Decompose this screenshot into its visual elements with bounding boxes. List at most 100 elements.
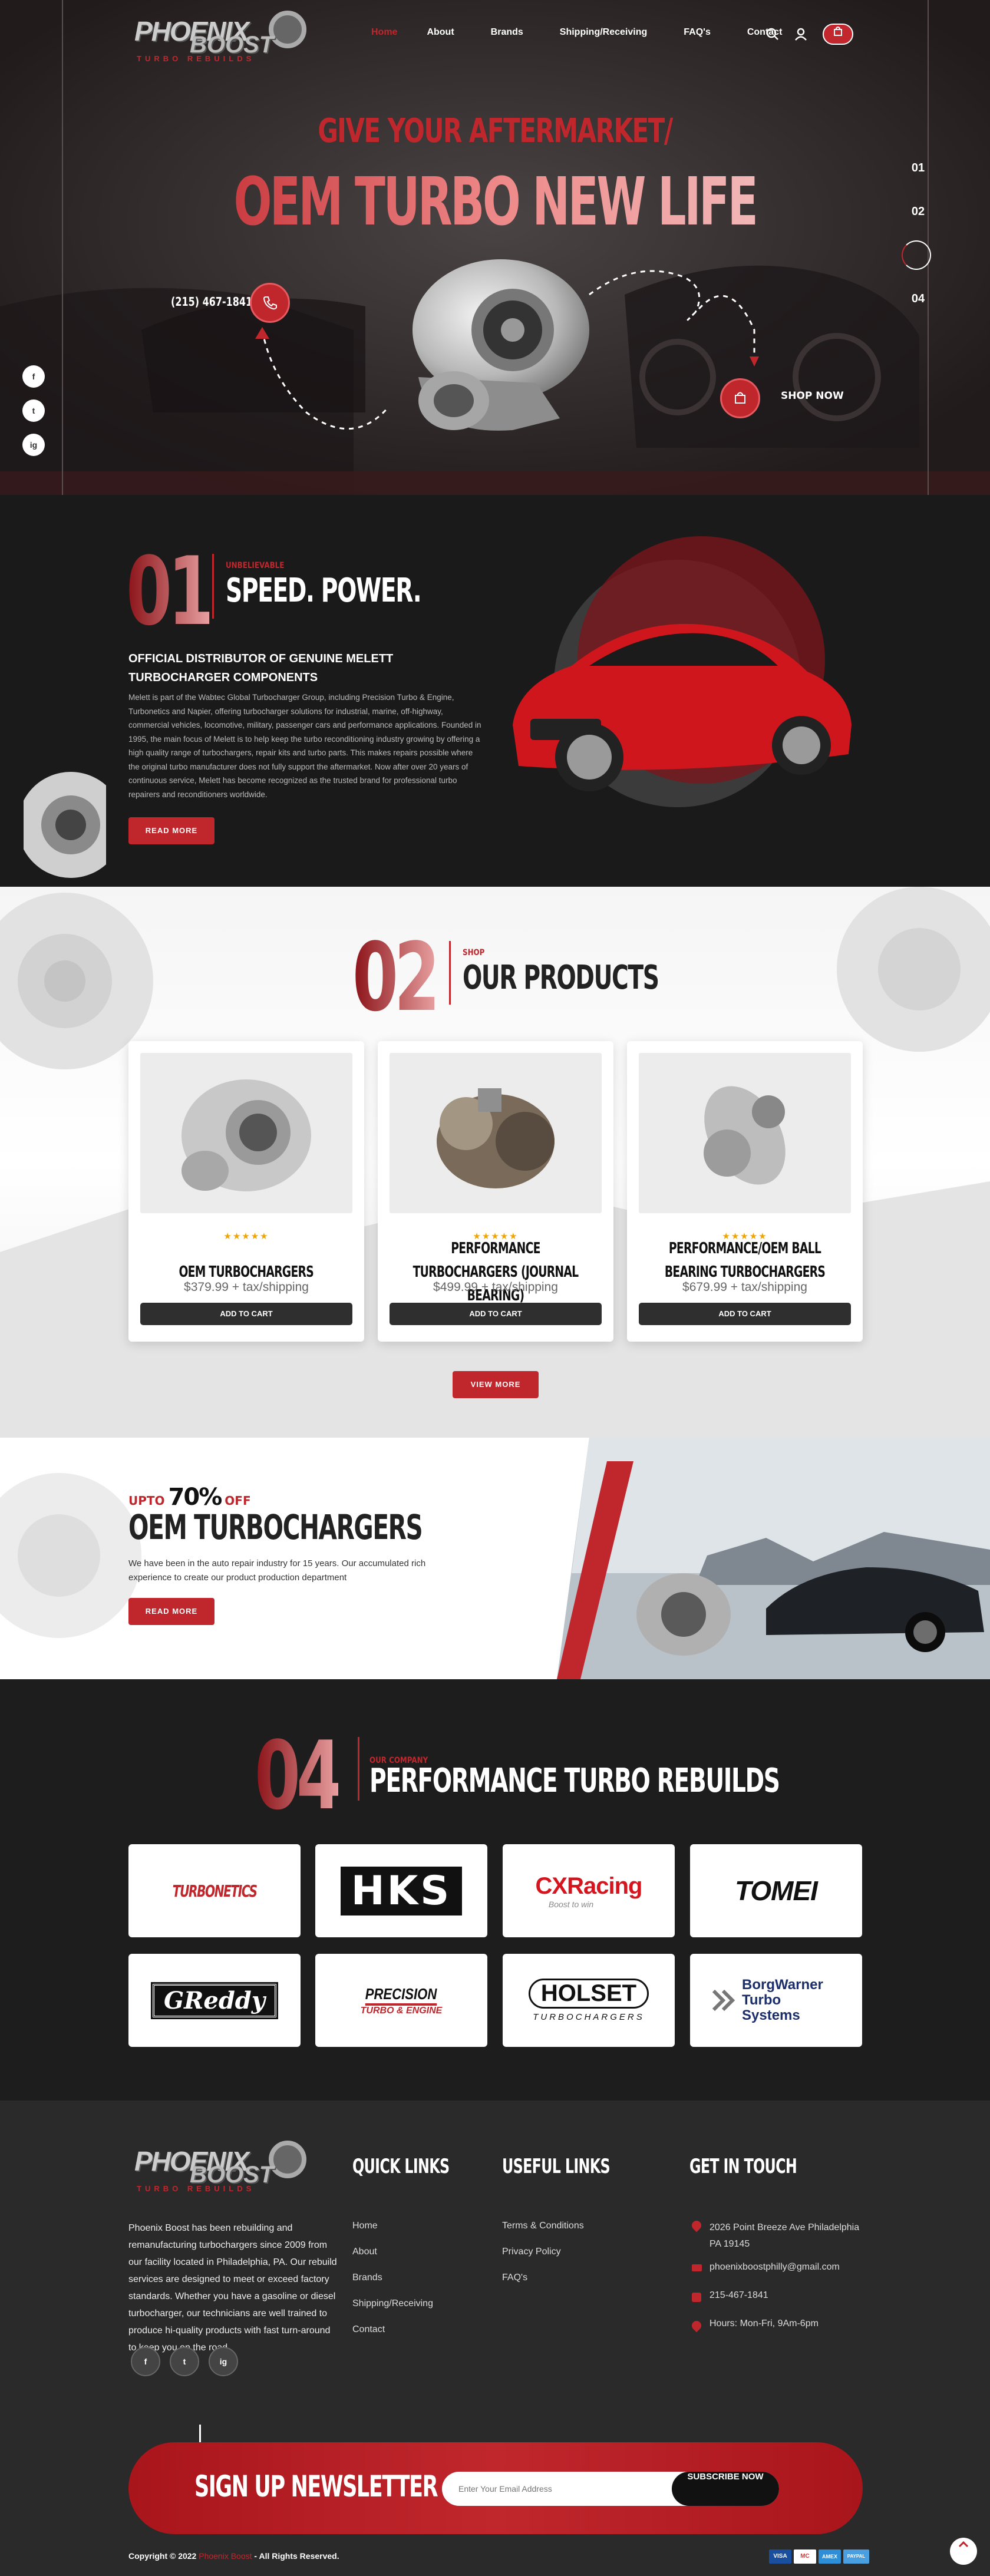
section-number: 01: [126, 536, 214, 646]
footer-link-privacy[interactable]: Privacy Policy: [502, 2247, 561, 2257]
shop-now-link[interactable]: SHOP NOW: [781, 390, 844, 402]
twitter-icon[interactable]: t: [22, 399, 45, 422]
footer-about: Phoenix Boost has been rebuilding and re…: [128, 2223, 337, 2353]
nav-brands[interactable]: Brands: [491, 27, 523, 38]
back-to-top-button[interactable]: [950, 2538, 977, 2565]
borgwarner-logo-icon: [712, 1989, 735, 2012]
add-to-cart-button[interactable]: ADD TO CART: [140, 1303, 352, 1325]
clock-icon: [689, 2319, 704, 2333]
brand-greddy[interactable]: GReddy: [128, 1954, 301, 2047]
hero-phone[interactable]: (215) 467-1841: [171, 295, 252, 309]
brand-borgwarner[interactable]: BorgWarner Turbo Systems: [690, 1954, 862, 2047]
facebook-icon[interactable]: f: [22, 365, 45, 388]
turbo-image: [437, 1088, 555, 1188]
footer-social: f t ig: [131, 2347, 238, 2376]
read-more-button[interactable]: READ MORE: [128, 1598, 214, 1625]
product-card[interactable]: ★★★★★ PERFORMANCE TURBOCHARGERS (JOURNAL…: [378, 1041, 613, 1342]
footer-link-brands[interactable]: Brands: [352, 2273, 382, 2283]
add-to-cart-button[interactable]: ADD TO CART: [390, 1303, 602, 1325]
shop-now-circle[interactable]: [720, 378, 760, 418]
hero-title: OEM TURBO NEW LIFE: [159, 164, 831, 240]
contact-phone[interactable]: 215-467-1841: [710, 2290, 768, 2301]
product-card[interactable]: ★★★★★ OEM TURBOCHARGERS $379.99 + tax/sh…: [128, 1041, 364, 1342]
promo-body: We have been in the auto repair industry…: [128, 1558, 426, 1583]
divider: [358, 1737, 359, 1801]
site-logo[interactable]: PHOENIX BOOST TURBO REBUILDS: [131, 6, 314, 65]
search-icon[interactable]: [766, 28, 779, 41]
nav-about[interactable]: About: [427, 27, 454, 38]
newsletter-email-input[interactable]: [458, 2480, 671, 2498]
read-more-button[interactable]: READ MORE: [128, 817, 214, 844]
footer-link-faqs[interactable]: FAQ's: [502, 2273, 527, 2283]
section-heading: PERFORMANCE TURBO REBUILDS: [369, 1762, 780, 1800]
turbo-image: [182, 1079, 311, 1191]
section-heading: SPEED. POWER.: [226, 572, 422, 610]
section-heading: OUR PRODUCTS: [463, 959, 659, 997]
divider: [449, 941, 451, 1005]
hero-turbo-image: [412, 259, 589, 431]
brand-cxracing[interactable]: CXRacing Boost to win: [503, 1844, 675, 1937]
paypal-icon: PAYPAL: [843, 2549, 869, 2564]
brand-precision[interactable]: PRECISION TURBO & ENGINE: [315, 1954, 487, 2047]
section-number: 02: [352, 922, 440, 1032]
newsletter-title: SIGN UP NEWSLETTER: [194, 2469, 438, 2504]
instagram-icon[interactable]: ig: [209, 2347, 238, 2376]
view-more-button[interactable]: VIEW MORE: [453, 1371, 539, 1398]
footer-link-contact[interactable]: Contact: [352, 2324, 385, 2335]
product-price: $679.99 + tax/shipping: [682, 1280, 807, 1294]
instagram-icon[interactable]: ig: [22, 434, 45, 456]
turbo-image: [704, 1086, 786, 1185]
section-number: 04: [255, 1720, 342, 1831]
contact-address: 2026 Point Breeze Ave Philadelphia PA 19…: [710, 2222, 860, 2249]
product-name: PERFORMANCE TURBOCHARGERS (JOURNAL BEARI…: [412, 1240, 579, 1304]
section-kicker: SHOP: [463, 948, 485, 957]
slide-2[interactable]: 02: [902, 203, 935, 220]
product-price: $379.99 + tax/shipping: [184, 1280, 309, 1294]
promo-section: UPTO 70% OFF OEM TURBOCHARGERS We have b…: [0, 1438, 990, 1679]
main-nav: Home About Brands Shipping/Receiving FAQ…: [371, 27, 782, 38]
brand-hks[interactable]: HKS: [315, 1844, 487, 1937]
slide-3-active[interactable]: [902, 240, 931, 270]
copyright-brand-link[interactable]: Phoenix Boost: [199, 2551, 252, 2561]
turbo-logo-icon: [269, 2141, 306, 2178]
cart-button[interactable]: [823, 24, 853, 45]
facebook-icon[interactable]: f: [131, 2347, 160, 2376]
brand-holset[interactable]: HOLSET TURBOCHARGERS: [503, 1954, 675, 2047]
slide-1[interactable]: 01: [902, 159, 935, 177]
rating-stars: ★★★★★: [223, 1231, 269, 1241]
hero-section: PHOENIX BOOST TURBO REBUILDS Home About …: [0, 0, 990, 495]
footer-link-shipping[interactable]: Shipping/Receiving: [352, 2298, 433, 2309]
promo-heading: OEM TURBOCHARGERS: [128, 1507, 423, 1547]
divider: [212, 554, 214, 619]
nav-faqs[interactable]: FAQ's: [684, 27, 711, 38]
contact-hours: Hours: Mon-Fri, 9Am-6pm: [710, 2319, 819, 2329]
brands-section: 04 OUR COMPANY PERFORMANCE TURBO REBUILD…: [0, 1679, 990, 2101]
add-to-cart-button[interactable]: ADD TO CART: [639, 1303, 851, 1325]
footer-link-about[interactable]: About: [352, 2247, 377, 2257]
nav-shipping[interactable]: Shipping/Receiving: [560, 27, 647, 38]
slide-4[interactable]: 04: [902, 290, 935, 308]
call-button[interactable]: [250, 283, 290, 323]
product-image[interactable]: [390, 1053, 602, 1213]
car-image: [513, 536, 852, 807]
footer-link-home[interactable]: Home: [352, 2221, 378, 2231]
newsletter-bar: SIGN UP NEWSLETTER SUBSCRIBE NOW: [128, 2442, 863, 2534]
turbo-logo-icon: [269, 11, 306, 48]
product-image[interactable]: [639, 1053, 851, 1213]
email-icon: [692, 2264, 702, 2271]
product-card[interactable]: ★★★★★ PERFORMANCE/OEM BALL BEARING TURBO…: [627, 1041, 863, 1342]
footer-logo[interactable]: PHOENIX BOOST TURBO REBUILDS: [131, 2136, 314, 2195]
footer-link-terms[interactable]: Terms & Conditions: [502, 2221, 584, 2231]
contact-email[interactable]: phoenixboostphilly@gmail.com: [710, 2262, 840, 2273]
turbo-decor-image: [24, 772, 106, 878]
site-footer: PHOENIX BOOST TURBO REBUILDS Phoenix Boo…: [0, 2101, 990, 2576]
brand-tomei[interactable]: TOMEI: [690, 1844, 862, 1937]
twitter-icon[interactable]: t: [170, 2347, 199, 2376]
section-kicker: UNBELIEVABLE: [226, 561, 285, 570]
nav-home[interactable]: Home: [371, 27, 397, 38]
brand-turbonetics[interactable]: TURBONETICS: [128, 1844, 301, 1937]
copyright: Copyright © 2022 Phoenix Boost - All Rig…: [128, 2551, 339, 2561]
product-image[interactable]: [140, 1053, 352, 1213]
subscribe-button[interactable]: SUBSCRIBE NOW: [672, 2472, 779, 2506]
user-icon[interactable]: [794, 28, 807, 41]
